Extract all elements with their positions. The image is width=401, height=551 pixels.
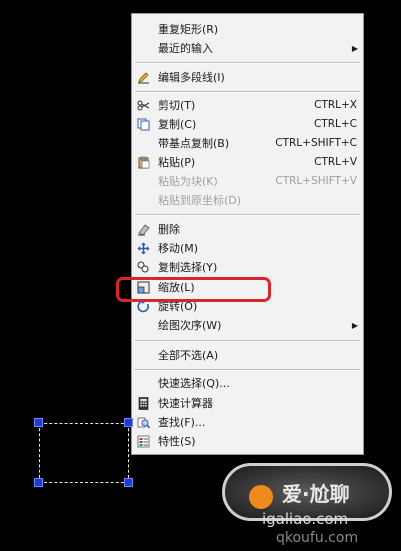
menu-item-label: 粘贴到原坐标(D) [158, 194, 242, 207]
grip-bottom-right[interactable] [124, 478, 133, 487]
menu-item-label: 带基点复制(B) [158, 137, 230, 150]
watermark-url-secondary: qkoufu.com [276, 530, 359, 546]
pencil-icon [138, 72, 149, 84]
menu-item-draw-order[interactable]: 绘图次序(W) ▶ [132, 316, 363, 335]
menu-item-label: 绘图次序(W) [158, 319, 222, 332]
menu-item-label: 移动(M) [158, 242, 199, 255]
menu-item-shortcut: CTRL+V [314, 156, 357, 168]
menu-item-edit-polyline[interactable]: 编辑多段线(I) [132, 68, 363, 87]
menu-item-label: 复制选择(Y) [158, 261, 218, 274]
menu-item-copy-selection[interactable]: 复制选择(Y) [132, 258, 363, 277]
menu-item-label: 重复矩形(R) [158, 23, 219, 36]
find-icon [137, 417, 150, 429]
menu-separator [135, 62, 360, 64]
paste-icon [138, 156, 150, 169]
menu-item-label: 特性(S) [158, 435, 196, 448]
menu-item-label: 全部不选(A) [158, 349, 219, 362]
watermark-url: igaliao.com [262, 510, 349, 528]
menu-item-label: 剪切(T) [158, 99, 196, 112]
watermark-logo-icon [249, 485, 273, 509]
grip-top-right[interactable] [124, 418, 133, 427]
menu-item-label: 删除 [158, 223, 180, 236]
grip-bottom-left[interactable] [34, 478, 43, 487]
menu-separator [135, 369, 360, 371]
copy-icon [137, 118, 150, 131]
menu-item-label: 粘贴为块(K) [158, 175, 218, 188]
scale-highlight-annotation [116, 277, 271, 302]
menu-item-deselect-all[interactable]: 全部不选(A) [132, 346, 363, 365]
menu-item-label: 快速计算器 [158, 397, 213, 410]
menu-item-paste-to-original-coords: 粘贴到原坐标(D) [132, 191, 363, 210]
menu-item-cut[interactable]: 剪切(T) CTRL+X [132, 96, 363, 115]
copy-select-icon [137, 261, 149, 273]
menu-item-paste[interactable]: 粘贴(P) CTRL+V [132, 153, 363, 172]
menu-item-shortcut: CTRL+X [314, 99, 357, 111]
submenu-arrow-icon: ▶ [351, 321, 358, 330]
submenu-arrow-icon: ▶ [351, 44, 358, 53]
menu-item-quick-select[interactable]: 快速选择(Q)... [132, 374, 363, 393]
calculator-icon [138, 397, 149, 410]
menu-separator [135, 91, 360, 93]
menu-separator [135, 340, 360, 342]
watermark-brand: 爱·尬聊 [282, 482, 350, 506]
grip-top-left[interactable] [34, 418, 43, 427]
menu-item-label: 复制(C) [158, 118, 197, 131]
menu-item-label: 粘贴(P) [158, 156, 196, 169]
menu-item-move[interactable]: 移动(M) [132, 239, 363, 258]
menu-item-label: 查找(F)... [158, 416, 206, 429]
eraser-icon [138, 224, 150, 236]
menu-item-repeat-rectangle[interactable]: 重复矩形(R) [132, 20, 363, 39]
menu-item-label: 快速选择(Q)... [158, 377, 230, 390]
menu-item-label: 最近的输入 [158, 42, 213, 55]
context-menu: 重复矩形(R) 最近的输入 ▶ 编辑多段线(I) 剪切(T) CTRL+X 复制… [131, 13, 364, 455]
menu-item-quick-calculator[interactable]: 快速计算器 [132, 394, 363, 413]
selected-rectangle[interactable] [39, 423, 129, 483]
menu-item-copy-with-basepoint[interactable]: 带基点复制(B) CTRL+SHIFT+C [132, 134, 363, 153]
menu-item-paste-as-block: 粘贴为块(K) CTRL+SHIFT+V [132, 172, 363, 191]
menu-item-shortcut: CTRL+SHIFT+V [275, 175, 357, 187]
menu-item-recent-input[interactable]: 最近的输入 ▶ [132, 39, 363, 58]
scissors-icon [137, 100, 150, 111]
menu-separator [135, 214, 360, 216]
menu-item-find[interactable]: 查找(F)... [132, 413, 363, 432]
move-icon [137, 242, 150, 255]
menu-item-shortcut: CTRL+C [313, 118, 357, 130]
menu-item-label: 编辑多段线(I) [158, 71, 225, 84]
menu-item-shortcut: CTRL+SHIFT+C [275, 137, 357, 149]
menu-item-delete[interactable]: 删除 [132, 220, 363, 239]
menu-item-properties[interactable]: 特性(S) [132, 432, 363, 451]
menu-item-copy[interactable]: 复制(C) CTRL+C [132, 115, 363, 134]
properties-icon [137, 435, 150, 448]
